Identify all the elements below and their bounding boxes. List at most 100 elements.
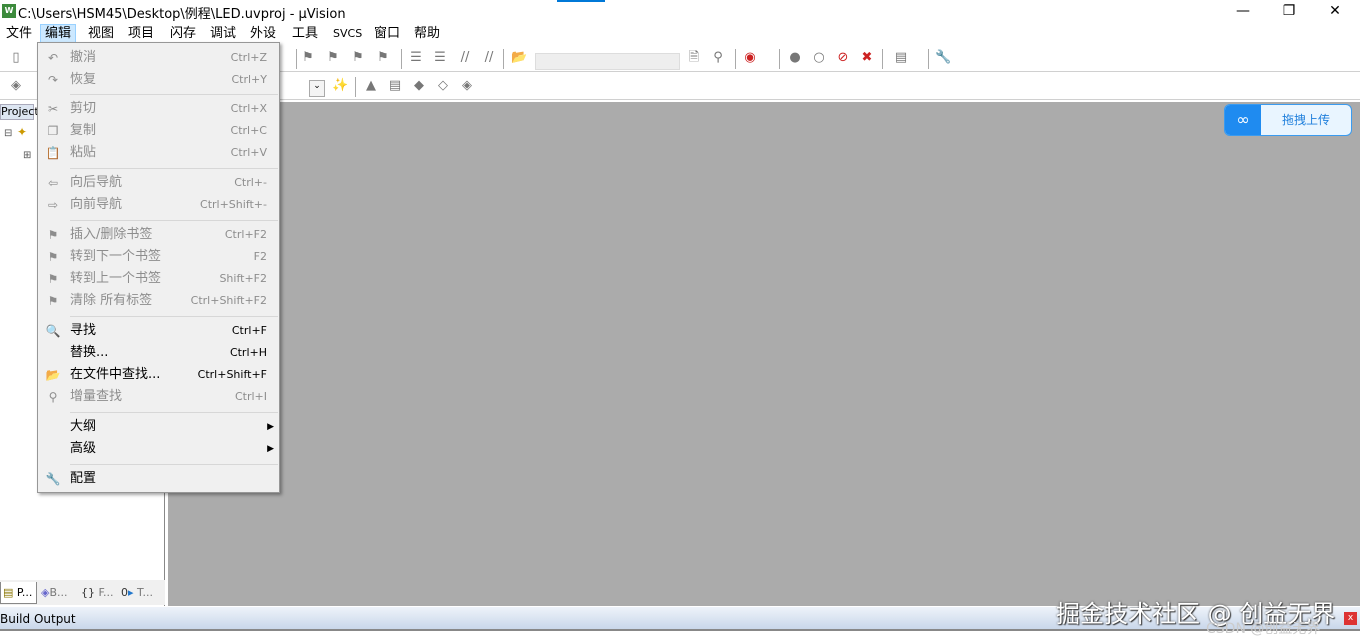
menu-item-6[interactable]: ⇨ 向前导航 Ctrl+Shift+- (39, 194, 279, 216)
menu-item-10[interactable]: ⚑ 清除 所有标签 Ctrl+Shift+F2 (39, 290, 279, 312)
menu-item-shortcut: Ctrl+Y (231, 73, 267, 86)
select-pack-icon[interactable]: ◆ (411, 78, 427, 94)
menu-item-label: 在文件中查找... (70, 367, 161, 382)
next-bookmark-icon: ⚑ (47, 250, 59, 264)
menu-item-shortcut: Ctrl+Shift+- (200, 198, 267, 211)
project-panel-header: Project (0, 104, 39, 120)
target-dropdown[interactable]: ⌄ (309, 80, 325, 97)
search-combo[interactable] (535, 53, 680, 70)
menu-4[interactable]: 闪存 (166, 24, 200, 43)
prev-bookmark-icon: ⚑ (47, 272, 59, 286)
restore-button[interactable]: ❐ (1266, 0, 1312, 22)
find-icon[interactable]: 🗎 (686, 50, 702, 66)
menu-item-label: 恢复 (70, 72, 97, 87)
toolbar-separator (401, 49, 402, 69)
menu-6[interactable]: 外设 (246, 24, 280, 43)
find-in-files-icon[interactable]: 📂 (511, 50, 527, 66)
prev-bookmark-icon[interactable]: ⚑ (350, 50, 366, 66)
tab-templates[interactable]: 0▸ T... (119, 582, 159, 604)
minimize-button[interactable]: — (1220, 0, 1266, 22)
uncomment-icon[interactable]: // (481, 50, 497, 66)
options-icon[interactable]: ▲ (363, 78, 379, 94)
tab-books[interactable]: ◈B... (39, 582, 77, 604)
toolbar-separator (355, 77, 356, 97)
menu-item-label: 转到上一个书签 (70, 271, 162, 286)
menu-separator (70, 168, 278, 169)
disable-breakpoint-icon[interactable]: ○ (811, 50, 827, 66)
menu-item-16[interactable]: 高级 ▶ (39, 438, 279, 460)
incremental-find-icon[interactable]: ⚲ (710, 50, 726, 66)
menu-item-14[interactable]: ⚲ 增量查找 Ctrl+I (39, 386, 279, 408)
menu-10[interactable]: 帮助 (410, 24, 444, 43)
menu-bar: 文件 编辑 视图 项目 闪存 调试 外设 工具 SVCS 窗口 帮助 (0, 22, 1360, 44)
magic-wand-icon[interactable]: ✨ (332, 78, 348, 94)
upload-widget[interactable]: ∞ 拖拽上传 (1224, 104, 1352, 136)
menu-item-15[interactable]: 大纲 ▶ (39, 416, 279, 438)
menu-1[interactable]: 编辑 (40, 24, 77, 43)
bookmark-icon[interactable]: ⚑ (300, 50, 316, 66)
copy-icon: ❐ (47, 124, 59, 138)
tab-functions[interactable]: {} F... (79, 582, 117, 604)
debug-icon[interactable]: ◉ (742, 50, 758, 66)
window-layout-icon[interactable]: ▤ (893, 50, 909, 66)
cut-icon: ✂ (47, 102, 59, 116)
toolbar-separator (296, 49, 297, 69)
menu-item-3[interactable]: ❐ 复制 Ctrl+C (39, 120, 279, 142)
build-output-title: Build Output (0, 612, 76, 626)
menu-item-17[interactable]: 🔧 配置 (39, 468, 279, 490)
menu-7[interactable]: 工具 (288, 24, 322, 43)
menu-item-5[interactable]: ⇦ 向后导航 Ctrl+- (39, 172, 279, 194)
cloud-icon: ∞ (1225, 105, 1261, 135)
menu-5[interactable]: 调试 (206, 24, 240, 43)
run-env-icon[interactable]: ◈ (459, 78, 475, 94)
menu-item-11[interactable]: 🔍 寻找 Ctrl+F (39, 320, 279, 342)
menu-item-shortcut: Ctrl+V (230, 146, 267, 159)
tab-label: T... (137, 586, 153, 599)
close-window-button[interactable]: ✕ (1312, 0, 1358, 22)
clear-breakpoints-icon[interactable]: ✖ (859, 50, 875, 66)
pack-installer-icon[interactable]: ◇ (435, 78, 451, 94)
menu-8[interactable]: SVCS (329, 24, 366, 43)
menu-9[interactable]: 窗口 (370, 24, 404, 43)
build-output-close-button[interactable]: x (1344, 612, 1357, 625)
breakpoint-icon[interactable]: ● (787, 50, 803, 66)
translate-icon[interactable]: ◈ (8, 78, 24, 94)
menu-0[interactable]: 文件 (2, 24, 36, 43)
menu-item-1[interactable]: ↷ 恢复 Ctrl+Y (39, 69, 279, 91)
menu-item-7[interactable]: ⚑ 插入/删除书签 Ctrl+F2 (39, 224, 279, 246)
toolbar-separator (779, 49, 780, 69)
wrench-icon: 🔧 (45, 472, 61, 486)
menu-item-label: 复制 (70, 123, 97, 138)
menu-item-0[interactable]: ↶ 撤消 Ctrl+Z (39, 47, 279, 69)
menu-item-label: 清除 所有标签 (70, 293, 153, 308)
indent-icon[interactable]: ☰ (408, 50, 424, 66)
comment-icon[interactable]: // (457, 50, 473, 66)
menu-item-4[interactable]: 📋 粘贴 Ctrl+V (39, 142, 279, 164)
kill-breakpoints-icon[interactable]: ⊘ (835, 50, 851, 66)
next-bookmark-icon[interactable]: ⚑ (325, 50, 341, 66)
window-title: C:\Users\HSM45\Desktop\例程\LED.uvproj - µ… (18, 7, 346, 22)
menu-2[interactable]: 视图 (84, 24, 118, 43)
clear-bookmarks-icon[interactable]: ⚑ (375, 50, 391, 66)
tab-project[interactable]: ▤ P... (0, 582, 37, 604)
menu-item-shortcut: Ctrl+F (231, 324, 267, 337)
tree-expand-icon[interactable]: ⊞ (23, 150, 31, 161)
menu-item-12[interactable]: 替换... Ctrl+H (39, 342, 279, 364)
project-tab-icon: ▤ (3, 586, 14, 599)
manage-components-icon[interactable]: ▤ (387, 78, 403, 94)
menu-3[interactable]: 项目 (124, 24, 158, 43)
menu-item-shortcut: Ctrl+X (230, 102, 267, 115)
menu-item-8[interactable]: ⚑ 转到下一个书签 F2 (39, 246, 279, 268)
menu-item-13[interactable]: 📂 在文件中查找... Ctrl+Shift+F (39, 364, 279, 386)
menu-item-9[interactable]: ⚑ 转到上一个书签 Shift+F2 (39, 268, 279, 290)
menu-item-label: 撤消 (70, 50, 97, 65)
unindent-icon[interactable]: ☰ (432, 50, 448, 66)
menu-item-label: 配置 (70, 471, 97, 486)
menu-item-2[interactable]: ✂ 剪切 Ctrl+X (39, 98, 279, 120)
tree-collapse-icon[interactable]: ⊟ (4, 128, 12, 139)
menu-item-shortcut: Ctrl+F2 (224, 228, 267, 241)
configure-icon[interactable]: 🔧 (935, 50, 951, 66)
clear-bookmarks-icon: ⚑ (47, 294, 59, 308)
template-icon: 0▸ (121, 586, 134, 599)
new-file-icon[interactable]: ▯ (8, 50, 24, 66)
